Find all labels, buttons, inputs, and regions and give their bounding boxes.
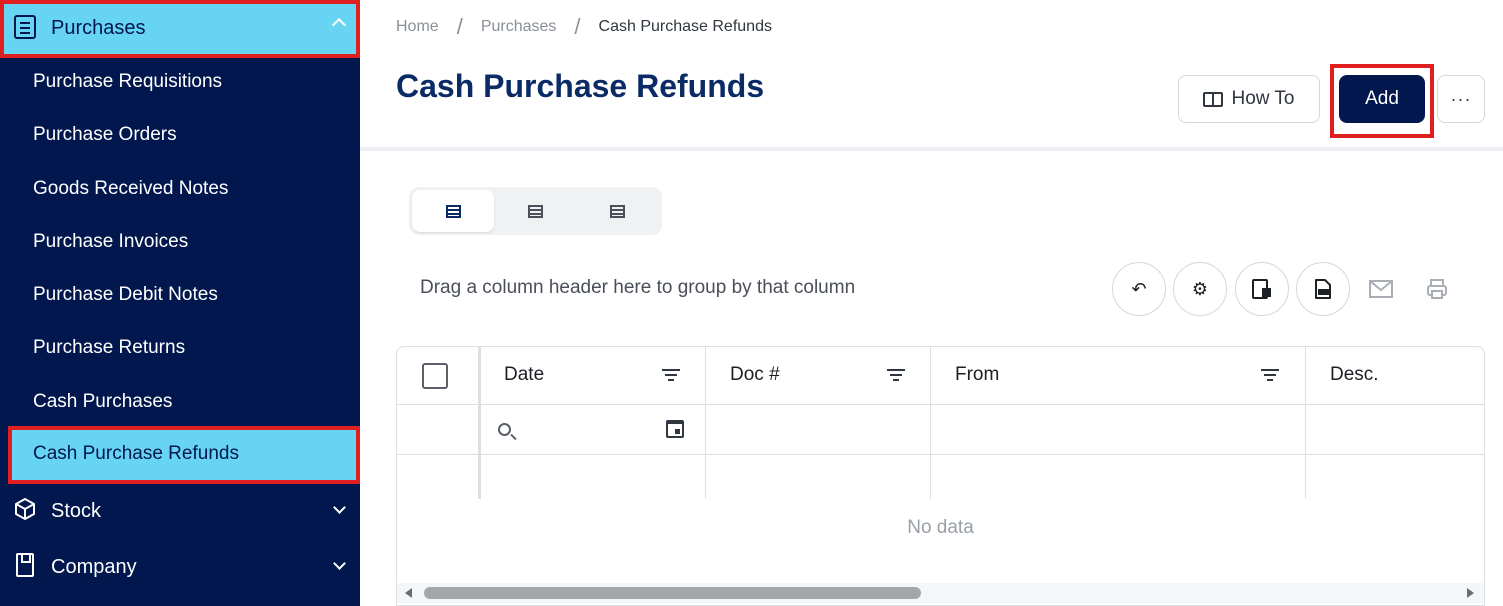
scroll-left-arrow-icon[interactable] bbox=[405, 588, 412, 598]
group-by-hint: Drag a column header here to group by th… bbox=[420, 277, 856, 298]
column-divider bbox=[478, 347, 481, 499]
reset-button[interactable]: ↶ bbox=[1112, 262, 1166, 316]
breadcrumb-separator: / bbox=[456, 14, 463, 39]
clipboard-list-icon bbox=[14, 15, 36, 39]
column-header-doc-number[interactable]: Doc # bbox=[730, 364, 780, 386]
more-options-button[interactable]: ··· bbox=[1437, 75, 1485, 123]
export-excel-button[interactable] bbox=[1296, 262, 1350, 316]
excel-file-icon bbox=[1315, 279, 1331, 299]
grid-filter-row bbox=[397, 405, 1484, 455]
how-to-button[interactable]: How To bbox=[1178, 75, 1320, 123]
cube-icon bbox=[15, 498, 35, 520]
calendar-icon[interactable] bbox=[666, 420, 684, 438]
how-to-label: How To bbox=[1231, 88, 1295, 109]
column-header-desc[interactable]: Desc. bbox=[1330, 364, 1379, 386]
scrollbar-thumb[interactable] bbox=[424, 587, 921, 599]
view-table-button[interactable] bbox=[494, 190, 576, 232]
mail-icon bbox=[1369, 280, 1393, 298]
column-chooser-button[interactable] bbox=[1235, 262, 1289, 316]
sidebar-section-label: Company bbox=[51, 556, 137, 578]
column-divider bbox=[930, 347, 931, 499]
column-header-from[interactable]: From bbox=[955, 364, 999, 386]
breadcrumb-home[interactable]: Home bbox=[396, 18, 439, 36]
sidebar-section-stock[interactable]: Stock bbox=[0, 487, 360, 535]
filter-icon[interactable] bbox=[662, 369, 680, 381]
breadcrumb: Home / Purchases / Cash Purchase Refunds bbox=[396, 14, 772, 40]
column-chooser-icon bbox=[1252, 279, 1271, 299]
column-divider bbox=[705, 347, 706, 499]
filter-icon[interactable] bbox=[1261, 369, 1279, 381]
sidebar-item-purchase-debit-notes[interactable]: Purchase Debit Notes bbox=[33, 284, 218, 306]
scroll-right-arrow-icon[interactable] bbox=[1467, 588, 1474, 598]
sidebar-item-purchase-orders[interactable]: Purchase Orders bbox=[33, 124, 177, 146]
select-all-checkbox[interactable] bbox=[422, 363, 448, 389]
print-button[interactable] bbox=[1422, 274, 1452, 304]
sidebar-section-company[interactable]: Company bbox=[0, 543, 360, 591]
list-view-icon bbox=[609, 204, 625, 218]
empty-state-text: No data bbox=[907, 517, 974, 538]
gear-icon: ⚙ bbox=[1191, 278, 1209, 299]
bookmark-book-icon bbox=[16, 553, 34, 577]
open-book-icon bbox=[1203, 91, 1224, 107]
settings-button[interactable]: ⚙ bbox=[1173, 262, 1227, 316]
sidebar-item-purchase-requisitions[interactable]: Purchase Requisitions bbox=[33, 71, 222, 93]
view-list-button[interactable] bbox=[576, 190, 658, 232]
sidebar-section-label: Purchases bbox=[51, 17, 146, 39]
grid-header-row: Date Doc # From Desc. bbox=[397, 347, 1484, 405]
undo-icon: ↶ bbox=[1131, 278, 1147, 299]
breadcrumb-separator: / bbox=[574, 14, 581, 39]
email-button[interactable] bbox=[1366, 274, 1396, 304]
sidebar-section-purchases[interactable]: Purchases bbox=[0, 0, 360, 58]
sidebar-section-label: Stock bbox=[51, 500, 102, 522]
table-view-icon bbox=[527, 204, 543, 218]
header-divider bbox=[360, 147, 1503, 151]
sidebar-item-cash-purchase-refunds[interactable]: Cash Purchase Refunds bbox=[8, 426, 360, 484]
column-divider bbox=[1305, 347, 1306, 499]
chevron-down-icon bbox=[333, 501, 346, 514]
chevron-down-icon bbox=[333, 557, 346, 570]
sidebar-item-goods-received-notes[interactable]: Goods Received Notes bbox=[33, 178, 228, 200]
view-switch bbox=[409, 187, 662, 235]
sidebar: Purchases Purchase Requisitions Purchase… bbox=[0, 0, 360, 606]
data-grid: Date Doc # From Desc. No data bbox=[396, 346, 1485, 606]
breadcrumb-current: Cash Purchase Refunds bbox=[598, 18, 772, 35]
page-title: Cash Purchase Refunds bbox=[396, 68, 765, 104]
column-header-date[interactable]: Date bbox=[504, 364, 544, 386]
chevron-up-icon bbox=[331, 17, 347, 33]
sidebar-item-cash-purchases[interactable]: Cash Purchases bbox=[33, 391, 172, 413]
breadcrumb-purchases[interactable]: Purchases bbox=[481, 18, 557, 36]
view-grid-button[interactable] bbox=[412, 190, 494, 232]
add-button[interactable]: Add bbox=[1339, 75, 1425, 123]
sidebar-item-label: Cash Purchase Refunds bbox=[33, 443, 239, 464]
grid-view-icon bbox=[445, 204, 461, 218]
printer-icon bbox=[1427, 279, 1447, 299]
filter-icon[interactable] bbox=[887, 369, 905, 381]
sidebar-item-purchase-invoices[interactable]: Purchase Invoices bbox=[33, 231, 188, 253]
app-root: Purchases Purchase Requisitions Purchase… bbox=[0, 0, 1503, 606]
search-icon bbox=[498, 423, 511, 436]
sidebar-item-purchase-returns[interactable]: Purchase Returns bbox=[33, 337, 185, 359]
